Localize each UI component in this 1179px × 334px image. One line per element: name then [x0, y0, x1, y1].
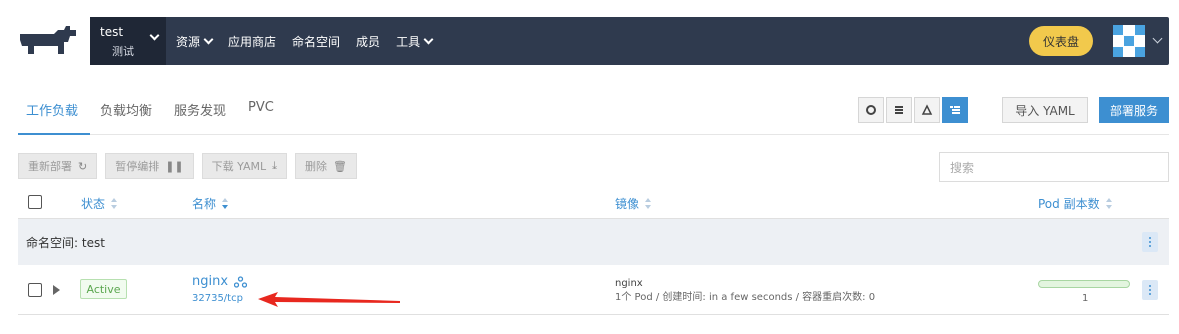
redeploy-button[interactable]: 重新部署 ↻	[18, 153, 98, 179]
chevron-down-icon	[423, 34, 434, 44]
pause-label: 暂停编排	[115, 160, 160, 173]
tab-pvc[interactable]: PVC	[248, 100, 274, 129]
header-image[interactable]: 镜像	[615, 195, 652, 212]
header-pods[interactable]: Pod 副本数	[1038, 195, 1113, 212]
tab-divider	[18, 134, 1169, 135]
sort-icon	[111, 198, 118, 209]
nav-item-namespaces[interactable]: 命名空间	[292, 33, 340, 50]
header-name[interactable]: 名称	[192, 195, 229, 212]
avatar[interactable]	[1113, 25, 1145, 57]
main-nav: 资源 应用商店 命名空间 成员 工具	[176, 33, 448, 50]
top-navigation-bar: test 测试 资源 应用商店 命名空间 成员 工具 仪表盘	[90, 17, 1169, 65]
cluster-name: test	[100, 25, 124, 39]
tab-workloads[interactable]: 工作负载	[26, 100, 78, 129]
workload-name-link[interactable]: nginx	[192, 274, 248, 289]
more-options-icon[interactable]	[1142, 280, 1158, 300]
bulk-actions: 重新部署 ↻ 暂停编排 ❚❚ 下载 YAML ⤓ 删除 🗑	[18, 153, 365, 179]
sort-icon	[1105, 198, 1113, 209]
download-label: 下载 YAML	[211, 160, 267, 173]
header-label: Pod 副本数	[1038, 197, 1100, 211]
search-input[interactable]: 搜索	[939, 152, 1169, 182]
expand-icon[interactable]	[53, 285, 60, 295]
chevron-down-icon	[203, 34, 214, 44]
more-options-icon[interactable]	[1142, 232, 1158, 252]
trash-icon: 🗑	[333, 159, 348, 173]
row-checkbox[interactable]	[28, 283, 42, 297]
row-divider	[18, 314, 1169, 315]
tree-icon[interactable]	[942, 97, 968, 123]
nav-label: 资源	[176, 34, 201, 49]
pod-count: 1	[1082, 293, 1089, 304]
delete-label: 删除	[305, 160, 328, 173]
header-label: 名称	[192, 197, 217, 211]
workload-port-link[interactable]: 32735/tcp	[192, 293, 243, 304]
nav-label: 工具	[396, 34, 421, 49]
deploy-service-button[interactable]: 部署服务	[1099, 97, 1169, 123]
select-all-checkbox[interactable]	[28, 195, 42, 209]
header-state[interactable]: 状态	[81, 195, 118, 212]
namespace-group-row: 命名空间: test	[18, 219, 1169, 265]
cluster-project-selector[interactable]: test 测试	[90, 17, 166, 65]
sort-icon	[645, 198, 652, 209]
rancher-logo[interactable]	[14, 24, 78, 58]
sort-icon	[222, 198, 229, 209]
header-label: 状态	[81, 197, 106, 211]
annotation-arrow-icon	[258, 292, 400, 307]
nav-item-resources[interactable]: 资源	[176, 33, 214, 50]
nav-item-members[interactable]: 成员	[356, 33, 380, 50]
import-yaml-button[interactable]: 导入 YAML	[1002, 97, 1088, 123]
triangle-icon[interactable]	[914, 97, 940, 123]
header-label: 镜像	[615, 197, 640, 211]
namespace-group-label: 命名空间: test	[26, 235, 105, 250]
pause-icon: ❚❚	[165, 159, 184, 173]
view-mode-group	[858, 97, 970, 123]
delete-button[interactable]: 删除 🗑	[295, 153, 358, 179]
pause-button[interactable]: 暂停编排 ❚❚	[105, 153, 194, 179]
section-tabs: 工作负载 负载均衡 服务发现 PVC	[26, 100, 296, 129]
image-detail: 1个 Pod / 创建时间: in a few seconds / 容器重启次数…	[615, 292, 876, 303]
redeploy-label: 重新部署	[28, 160, 72, 173]
nav-label: 成员	[356, 34, 381, 49]
active-tab-indicator	[18, 133, 90, 135]
tab-service-discovery[interactable]: 服务发现	[174, 100, 226, 129]
nav-item-tools[interactable]: 工具	[396, 33, 434, 50]
nav-item-app-store[interactable]: 应用商店	[228, 33, 276, 50]
load-balancer-icon	[234, 275, 248, 288]
status-badge: Active	[80, 279, 127, 299]
project-name: 测试	[112, 45, 134, 58]
redo-icon: ↻	[78, 159, 88, 173]
download-yaml-button[interactable]: 下载 YAML ⤓	[201, 153, 288, 179]
circle-icon[interactable]	[858, 97, 884, 123]
table-row: Active nginx 32735/tcp nginx 1个 Pod / 创建…	[18, 266, 1169, 314]
nav-label: 应用商店	[228, 34, 277, 49]
tab-load-balancing[interactable]: 负载均衡	[100, 100, 152, 129]
chevron-down-icon[interactable]	[1152, 33, 1163, 44]
pod-progress-bar	[1038, 280, 1130, 288]
table-header: 状态 名称 镜像 Pod 副本数	[18, 191, 1169, 217]
list-icon[interactable]	[886, 97, 912, 123]
nav-label: 命名空间	[292, 34, 341, 49]
dashboard-button[interactable]: 仪表盘	[1029, 26, 1093, 56]
chevron-down-icon	[149, 30, 160, 41]
workload-name: nginx	[192, 274, 229, 289]
download-icon: ⤓	[272, 159, 278, 172]
